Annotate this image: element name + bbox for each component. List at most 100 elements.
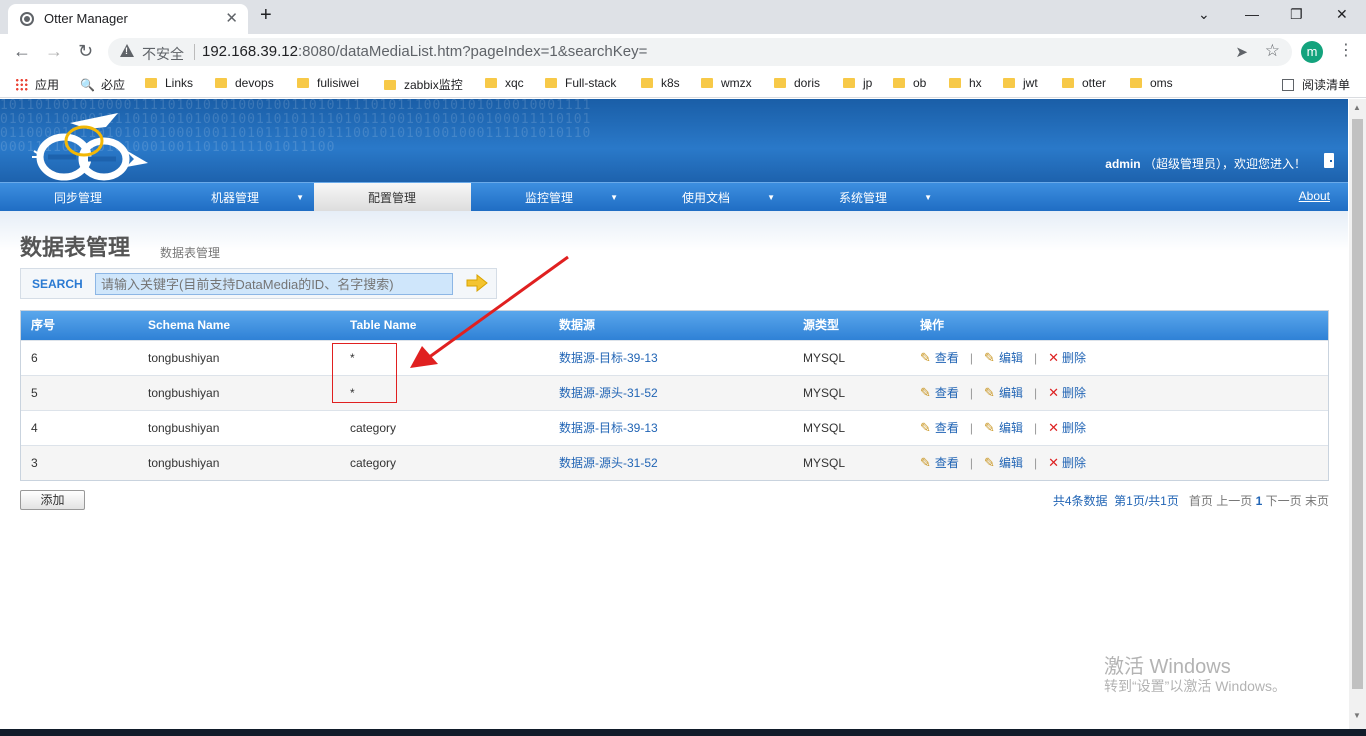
page-scrollbar[interactable]: ▲ ▼ — [1349, 99, 1366, 729]
bookmark-bing[interactable]: 🔍 必应 — [80, 76, 125, 93]
view-button[interactable]: ✎ 查看 — [920, 420, 959, 435]
minimize-icon[interactable]: — — [1245, 6, 1259, 22]
omnibox-divider — [194, 44, 195, 60]
pencil-icon: ✎ — [920, 385, 931, 400]
bookmark-folder[interactable]: fulisiwei — [297, 76, 359, 90]
edit-button[interactable]: ✎ 编辑 — [984, 420, 1023, 435]
bookmark-folder[interactable]: oms — [1130, 76, 1173, 90]
edit-button[interactable]: ✎ 编辑 — [984, 455, 1023, 470]
bookmark-folder[interactable]: doris — [774, 76, 820, 90]
tab-close-icon[interactable]: ✕ — [225, 9, 238, 27]
nav-sync-management[interactable]: 同步管理 — [0, 183, 157, 212]
view-label: 查看 — [934, 386, 959, 400]
bookmark-label: Full-stack — [565, 76, 617, 90]
view-button[interactable]: ✎ 查看 — [920, 385, 959, 400]
column-header: Schema Name — [148, 318, 231, 332]
edit-label: 编辑 — [998, 421, 1023, 435]
delete-label: 删除 — [1062, 351, 1087, 365]
new-tab-icon[interactable]: + — [260, 4, 272, 27]
tab-search-chevron-icon[interactable]: ⌄ — [1198, 6, 1210, 23]
bookmark-folder[interactable]: jwt — [1003, 76, 1038, 90]
next-page-link[interactable]: 下一页 — [1266, 494, 1302, 508]
bookmark-folder[interactable]: k8s — [641, 76, 680, 90]
nav-docs[interactable]: 使用文档 ▼ — [628, 183, 785, 212]
bookmark-folder[interactable]: hx — [949, 76, 982, 90]
action-separator: | — [1033, 386, 1038, 400]
bookmark-folder[interactable]: Links — [145, 76, 193, 90]
bookmark-label: jwt — [1023, 76, 1038, 90]
profile-avatar[interactable]: m — [1301, 41, 1323, 63]
cell-id: 3 — [31, 456, 38, 470]
last-page-link[interactable]: 末页 — [1305, 494, 1329, 508]
browser-tabbar: Otter Manager ✕ + ⌄ — ❐ ✕ — [0, 0, 1366, 34]
address-bar[interactable]: 不安全 192.168.39.12:8080/dataMediaList.htm… — [108, 38, 1292, 66]
bookmark-folder[interactable]: ob — [893, 76, 926, 90]
folder-icon — [843, 78, 855, 88]
tab-title: Otter Manager — [44, 11, 128, 26]
delete-button[interactable]: ✕ 删除 — [1048, 420, 1086, 435]
cell-source-link[interactable]: 数据源-源头-31-52 — [559, 376, 658, 410]
bookmark-label: hx — [969, 76, 982, 90]
view-label: 查看 — [934, 421, 959, 435]
insecure-label[interactable]: 不安全 — [142, 44, 184, 64]
bookmark-label: 应用 — [35, 78, 60, 92]
about-link[interactable]: About — [1299, 183, 1330, 209]
bookmark-label: k8s — [661, 76, 680, 90]
folder-icon — [545, 78, 557, 88]
forward-icon[interactable]: → — [45, 41, 63, 62]
bookmark-star-icon[interactable]: ☆ — [1265, 41, 1280, 61]
restore-icon[interactable]: ❐ — [1290, 6, 1303, 23]
bookmark-folder[interactable]: Full-stack — [545, 76, 616, 90]
back-icon[interactable]: ← — [13, 41, 31, 62]
nav-label: 机器管理 — [211, 191, 260, 205]
os-taskbar — [0, 729, 1366, 736]
windows-activation-hint: 转到“设置”以激活 Windows。 — [1104, 678, 1287, 694]
view-button[interactable]: ✎ 查看 — [920, 350, 959, 365]
delete-button[interactable]: ✕ 删除 — [1048, 350, 1087, 365]
bookmark-apps[interactable]: 应用 — [15, 76, 59, 93]
page-info: 第1页/共1页 — [1114, 494, 1179, 508]
browser-menu-icon[interactable]: ⋮ — [1338, 40, 1354, 60]
cell-source-link[interactable]: 数据源-源头-31-52 — [559, 446, 658, 480]
bookmark-folder[interactable]: otter — [1062, 76, 1106, 90]
user-name: admin — [1105, 157, 1141, 171]
folder-icon — [701, 78, 713, 88]
row-actions: ✎ 查看 | ✎ 编辑 | ✕ 删除 — [920, 411, 1086, 445]
window-close-icon[interactable]: ✕ — [1336, 6, 1348, 23]
nav-label: 系统管理 — [839, 191, 888, 205]
first-page-link[interactable]: 首页 — [1189, 494, 1213, 508]
nav-config-management[interactable]: 配置管理 — [314, 183, 471, 212]
bookmark-label: oms — [1150, 76, 1173, 90]
reading-list[interactable]: 阅读清单 — [1282, 76, 1350, 93]
bookmark-folder[interactable]: wmzx — [701, 76, 752, 90]
cell-schema: tongbushiyan — [148, 351, 220, 365]
view-button[interactable]: ✎ 查看 — [920, 455, 959, 470]
send-icon[interactable]: ➤ — [1235, 43, 1248, 61]
prev-page-link[interactable]: 上一页 — [1216, 494, 1252, 508]
apps-grid-icon — [15, 78, 28, 91]
bookmark-folder[interactable]: xqc — [485, 76, 524, 90]
delete-button[interactable]: ✕ 删除 — [1048, 385, 1086, 400]
dropdown-arrow-icon: ▼ — [610, 193, 618, 202]
scroll-up-icon[interactable]: ▲ — [1353, 103, 1361, 112]
scroll-thumb[interactable] — [1352, 119, 1363, 689]
bookmark-folder[interactable]: jp — [843, 76, 872, 90]
nav-system-management[interactable]: 系统管理 ▼ — [785, 183, 942, 212]
url-host: 192.168.39.12 — [202, 43, 298, 60]
current-page: 1 — [1255, 494, 1263, 508]
reload-icon[interactable]: ↻ — [78, 41, 93, 62]
add-button[interactable]: 添加 — [20, 490, 85, 510]
cell-source-link[interactable]: 数据源-目标-39-13 — [559, 411, 658, 445]
edit-button[interactable]: ✎ 编辑 — [984, 385, 1023, 400]
delete-button[interactable]: ✕ 删除 — [1048, 455, 1086, 470]
url-text[interactable]: 192.168.39.12:8080/dataMediaList.htm?pag… — [202, 43, 647, 60]
logout-icon[interactable] — [1324, 153, 1334, 168]
otter-logo[interactable] — [30, 105, 155, 182]
nav-monitor-management[interactable]: 监控管理 ▼ — [471, 183, 628, 212]
bookmark-folder[interactable]: devops — [215, 76, 274, 90]
edit-button[interactable]: ✎ 编辑 — [984, 350, 1023, 365]
nav-machine-management[interactable]: 机器管理 ▼ — [157, 183, 314, 212]
bookmark-folder[interactable]: zabbix监控 — [384, 76, 463, 93]
browser-tab[interactable]: Otter Manager ✕ — [8, 4, 248, 34]
scroll-down-icon[interactable]: ▼ — [1353, 711, 1361, 720]
